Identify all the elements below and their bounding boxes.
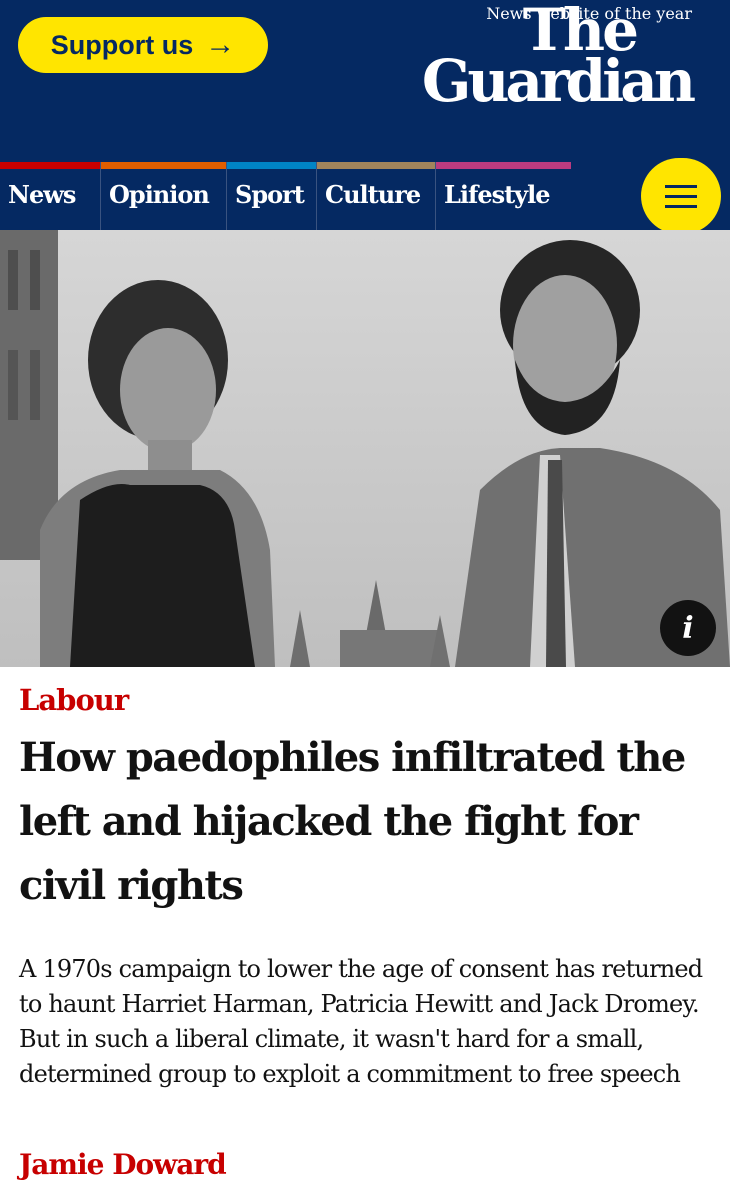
section-kicker[interactable]: Labour bbox=[19, 683, 129, 717]
support-us-label: Support us bbox=[50, 29, 194, 60]
nav-item-opinion[interactable]: Opinion bbox=[101, 162, 227, 230]
nav-item-label: Culture bbox=[325, 180, 421, 209]
author-byline[interactable]: Jamie Doward bbox=[19, 1148, 227, 1181]
logo-tagline: News website of the year bbox=[486, 4, 692, 23]
nav-item-lifestyle[interactable]: Lifestyle bbox=[436, 162, 571, 230]
nav-stripe-culture bbox=[317, 162, 435, 169]
nav-item-label: Opinion bbox=[109, 180, 210, 209]
logo-word-guardian: Guardian bbox=[421, 47, 696, 115]
nav-item-culture[interactable]: Culture bbox=[317, 162, 436, 230]
info-icon: i bbox=[682, 611, 694, 646]
article-standfirst: A 1970s campaign to lower the age of con… bbox=[19, 955, 703, 1088]
nav-item-label: Sport bbox=[235, 180, 305, 209]
nav-item-news[interactable]: News bbox=[0, 162, 101, 230]
nav-stripe-lifestyle bbox=[436, 162, 571, 169]
photo-info-button[interactable]: i bbox=[660, 600, 716, 656]
article-headline: How paedophiles infiltrated the left and… bbox=[19, 734, 686, 909]
support-us-button[interactable]: Support us → bbox=[18, 17, 268, 73]
nav-item-sport[interactable]: Sport bbox=[227, 162, 317, 230]
black-and-white-photo bbox=[0, 230, 730, 667]
nav-item-label: News bbox=[8, 180, 76, 209]
nav-stripe-opinion bbox=[101, 162, 226, 169]
arrow-right-icon: → bbox=[205, 28, 236, 61]
section-nav: News Opinion Sport Culture Lifestyle bbox=[0, 162, 730, 230]
article-main-photo bbox=[0, 230, 730, 667]
nav-stripe-sport bbox=[227, 162, 316, 169]
nav-item-label: Lifestyle bbox=[444, 180, 551, 209]
menu-button[interactable] bbox=[641, 158, 721, 234]
nav-stripe-news bbox=[0, 162, 100, 169]
masthead: Support us → The Guardian News website o… bbox=[0, 0, 730, 162]
